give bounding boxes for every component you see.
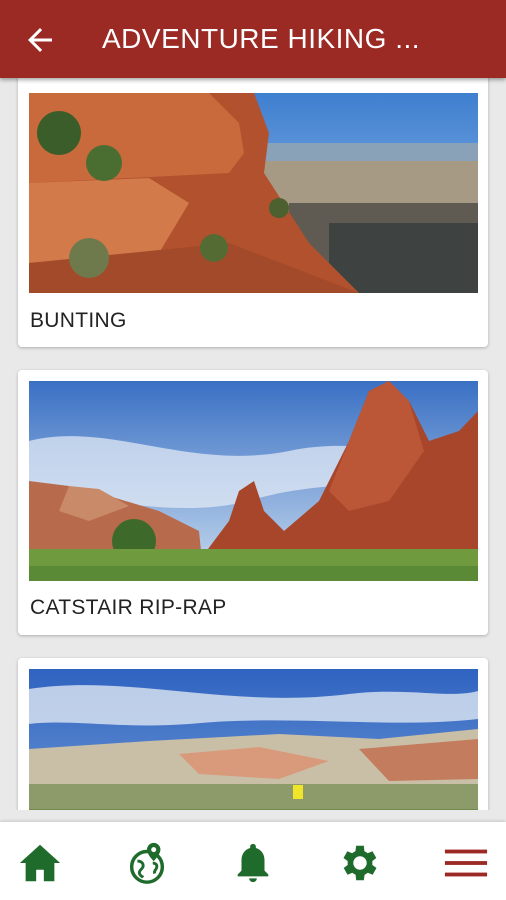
hamburger-menu-icon <box>444 849 488 877</box>
bell-icon <box>237 843 269 883</box>
trail-photo <box>29 93 478 293</box>
arrow-back-icon <box>28 28 52 52</box>
page-title: ADVENTURE HIKING ... <box>102 23 421 54</box>
nav-notifications[interactable] <box>230 840 276 886</box>
trail-card[interactable]: BUNTING <box>18 78 488 347</box>
bottom-navigation <box>0 822 506 900</box>
back-button[interactable] <box>22 22 58 58</box>
nav-settings[interactable] <box>337 840 383 886</box>
nav-menu[interactable] <box>443 840 489 886</box>
trail-name: CATSTAIR RIP-RAP <box>30 596 227 619</box>
globe-map-icon <box>129 842 165 884</box>
trail-photo <box>29 381 478 581</box>
trail-name: BUNTING <box>30 309 127 332</box>
trail-photo <box>29 669 478 810</box>
trail-list[interactable]: BUNTING CATSTAIR RIP-RAP <box>0 78 506 810</box>
trail-card[interactable] <box>18 658 488 810</box>
home-icon <box>19 844 61 882</box>
nav-home[interactable] <box>17 840 63 886</box>
app-bar: ADVENTURE HIKING ... <box>0 0 506 78</box>
trail-card[interactable]: CATSTAIR RIP-RAP <box>18 370 488 635</box>
gear-icon <box>343 845 377 881</box>
nav-map[interactable] <box>124 840 170 886</box>
